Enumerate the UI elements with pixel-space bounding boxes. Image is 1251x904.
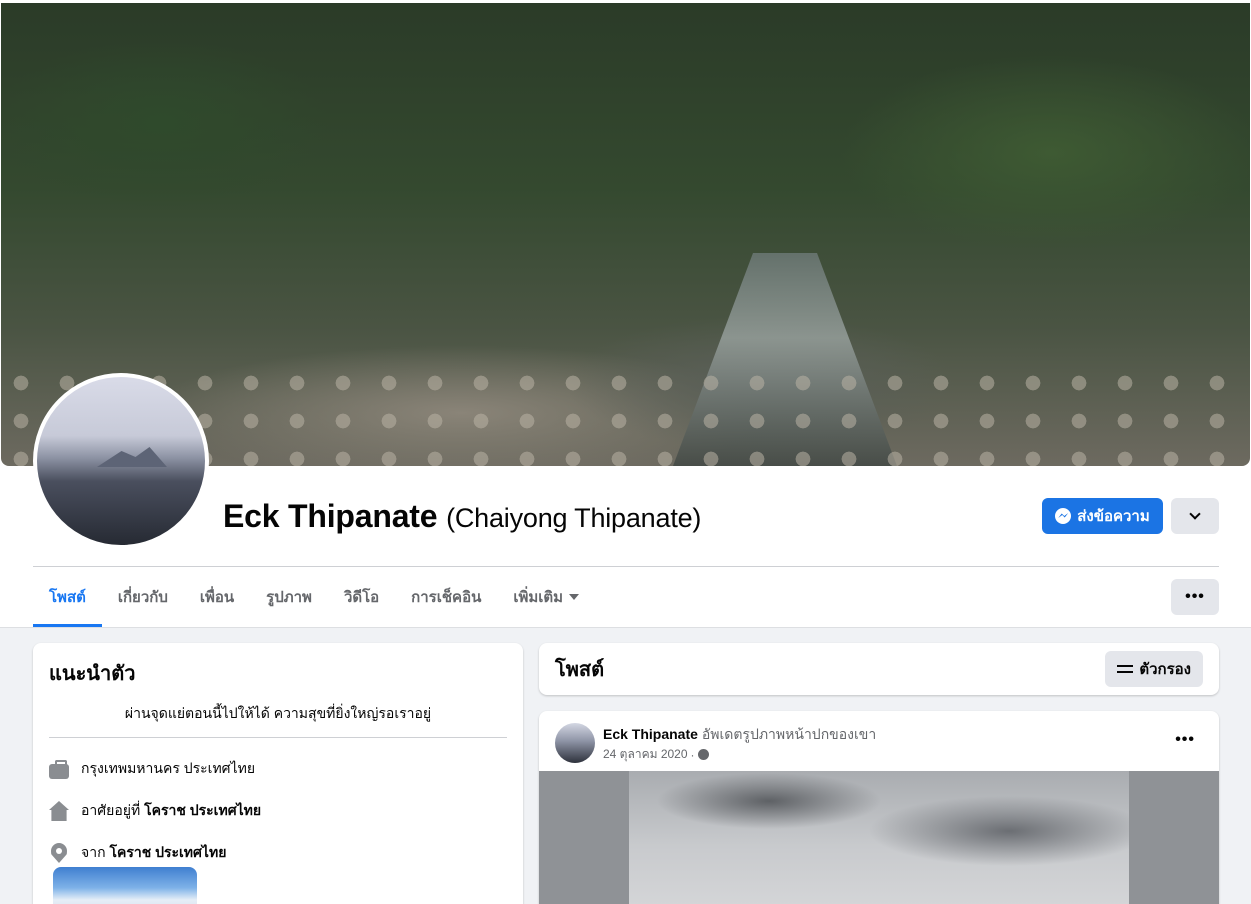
filter-label: ตัวกรอง (1139, 661, 1191, 678)
profile-name-main: Eck Thipanate (223, 498, 438, 534)
profile-header: Eck Thipanate (Chaiyong Thipanate) ส่งข้… (0, 0, 1251, 628)
more-icon: ••• (1185, 588, 1205, 605)
tab-posts-label: โพสต์ (49, 589, 86, 606)
tab-checkins-label: การเช็คอิน (411, 589, 482, 606)
post-meta: 24 ตุลาคม 2020 · (603, 745, 876, 764)
profile-picture[interactable] (33, 373, 209, 549)
intro-work[interactable]: กรุงเทพมหานคร ประเทศไทย (81, 758, 255, 780)
profile-alt-name: (Chaiyong Thipanate) (446, 503, 702, 533)
profile-dropdown-button[interactable] (1171, 498, 1219, 534)
post-activity: อัพเดตรูปภาพหน้าปกของเขา (701, 726, 877, 742)
messenger-icon (1055, 508, 1072, 524)
profile-name: Eck Thipanate (Chaiyong Thipanate) (223, 498, 701, 535)
globe-icon (697, 749, 709, 760)
tab-friends-label: เพื่อน (199, 589, 235, 606)
chevron-down-icon (1189, 508, 1201, 520)
posts-title: โพสต์ (555, 659, 605, 681)
intro-lives-row: อาศัยอยู่ที่ โคราช ประเทศไทย (49, 800, 507, 822)
send-message-button[interactable]: ส่งข้อความ (1042, 498, 1163, 534)
intro-lives-prefix: อาศัยอยู่ที่ (81, 802, 141, 818)
intro-lives-place[interactable]: โคราช ประเทศไทย (144, 802, 261, 818)
profile-tabs: โพสต์ เกี่ยวกับ เพื่อน รูปภาพ วิดีโอ การ… (33, 567, 595, 627)
caret-down-icon (569, 594, 580, 600)
tab-videos[interactable]: วิดีโอ (328, 567, 395, 627)
intro-from-prefix: จาก (81, 844, 106, 860)
tab-photos[interactable]: รูปภาพ (250, 567, 328, 627)
tab-more-label: เพิ่มเติม (513, 589, 564, 606)
intro-from-place[interactable]: โคราช ประเทศไทย (109, 844, 226, 860)
post-options-button[interactable]: ••• (1175, 731, 1195, 749)
posts-header-card: โพสต์ ตัวกรอง (539, 643, 1219, 695)
post-image[interactable] (539, 771, 1219, 904)
tab-about-label: เกี่ยวกับ (117, 589, 168, 606)
intro-card: แนะนำตัว ผ่านจุดแย่ตอนนี้ไปให้ได้ ความสุ… (33, 643, 523, 904)
location-pin-icon (51, 843, 67, 863)
avatar[interactable] (555, 723, 595, 763)
post-author[interactable]: Eck Thipanate (603, 726, 698, 742)
briefcase-icon (49, 759, 69, 779)
featured-photo[interactable] (53, 867, 197, 904)
tab-videos-label: วิดีโอ (343, 589, 380, 606)
intro-from-row: จาก โคราช ประเทศไทย (49, 842, 507, 864)
tab-friends[interactable]: เพื่อน (184, 567, 250, 627)
post-card: Eck Thipanate อัพเดตรูปภาพหน้าปกของเขา 2… (539, 711, 1219, 904)
intro-title: แนะนำตัว (49, 663, 136, 685)
send-message-label: ส่งข้อความ (1077, 508, 1150, 525)
post-date[interactable]: 24 ตุลาคม 2020 (603, 745, 688, 764)
filter-button[interactable]: ตัวกรอง (1105, 651, 1203, 687)
tab-more[interactable]: เพิ่มเติม (497, 567, 595, 627)
intro-bio: ผ่านจุดแย่ตอนนี้ไปให้ได้ ความสุขที่ยิ่งใ… (49, 703, 507, 738)
cover-photo[interactable] (1, 3, 1250, 466)
home-icon (49, 801, 69, 821)
post-image-photo (629, 771, 1129, 904)
more-icon: ••• (1175, 731, 1195, 748)
profile-more-button[interactable]: ••• (1171, 579, 1219, 615)
tab-photos-label: รูปภาพ (266, 589, 312, 606)
post-meta-separator: · (690, 747, 695, 762)
intro-work-row: กรุงเทพมหานคร ประเทศไทย (49, 758, 507, 780)
post-author-line: Eck Thipanate อัพเดตรูปภาพหน้าปกของเขา (603, 725, 876, 743)
tab-posts[interactable]: โพสต์ (33, 567, 102, 627)
tab-checkins[interactable]: การเช็คอิน (395, 567, 497, 627)
filter-icon (1117, 663, 1134, 675)
tab-about[interactable]: เกี่ยวกับ (102, 567, 184, 627)
post-header: Eck Thipanate อัพเดตรูปภาพหน้าปกของเขา 2… (555, 723, 876, 764)
